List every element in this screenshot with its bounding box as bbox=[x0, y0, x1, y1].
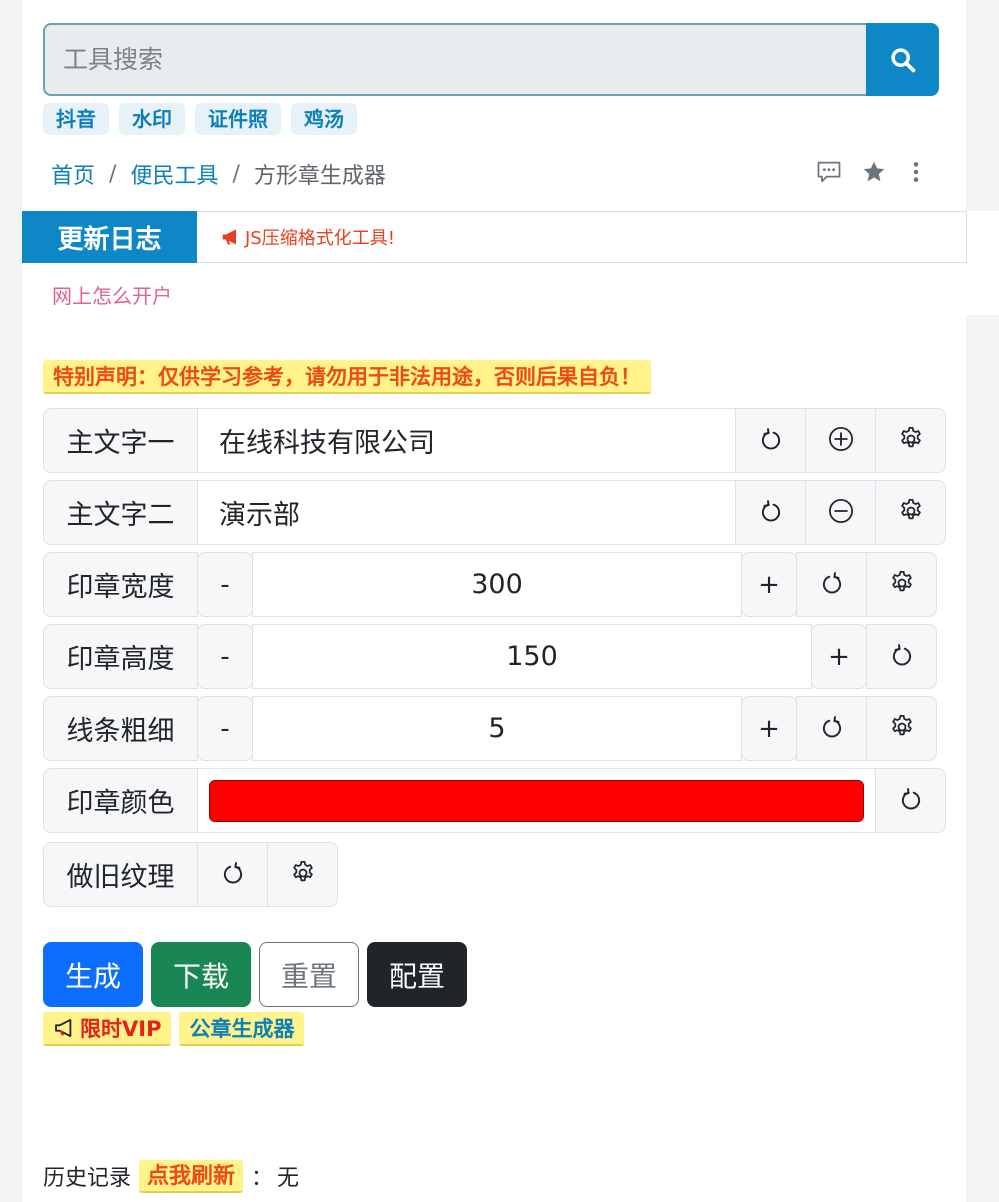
tag-id-photo[interactable]: 证件照 bbox=[195, 103, 281, 135]
minus-circle-icon bbox=[827, 497, 855, 529]
official-seal-link[interactable]: 公章生成器 bbox=[179, 1012, 305, 1046]
main-text-1-reset-button[interactable] bbox=[735, 408, 806, 473]
line-width-decrement-button[interactable]: - bbox=[197, 696, 253, 761]
update-log-item[interactable]: JS压缩格式化工具! bbox=[197, 212, 395, 262]
stamp-color-reset-button[interactable] bbox=[875, 768, 946, 833]
tag-watermark[interactable]: 水印 bbox=[119, 103, 185, 135]
main-text-2-remove-button[interactable] bbox=[805, 480, 876, 545]
main-text-2-settings-button[interactable] bbox=[875, 480, 946, 545]
page-actions bbox=[815, 158, 927, 186]
stamp-color-picker[interactable] bbox=[197, 768, 876, 833]
breadcrumb: 首页 / 便民工具 / 方形章生成器 bbox=[51, 158, 386, 190]
color-swatch[interactable] bbox=[209, 779, 864, 822]
texture-reset-button[interactable] bbox=[197, 842, 268, 907]
main-text-1-settings-button[interactable] bbox=[875, 408, 946, 473]
action-buttons: 生成 下载 重置 配置 bbox=[43, 942, 467, 1007]
history-value: 无 bbox=[277, 1166, 300, 1191]
breadcrumb-home[interactable]: 首页 bbox=[51, 158, 95, 190]
star-icon[interactable] bbox=[861, 159, 887, 185]
texture-label: 做旧纹理 bbox=[43, 842, 198, 907]
line-width-reset-button[interactable] bbox=[796, 696, 867, 761]
stamp-height-row: 印章高度 - 150 + bbox=[43, 624, 937, 689]
main-text-2-label: 主文字二 bbox=[43, 480, 198, 545]
stamp-height-input[interactable]: 150 bbox=[252, 624, 812, 689]
plus-circle-icon bbox=[827, 425, 855, 457]
stamp-width-decrement-button[interactable]: - bbox=[197, 552, 253, 617]
update-log-message: JS压缩格式化工具! bbox=[245, 228, 395, 249]
reset-button[interactable]: 重置 bbox=[259, 942, 359, 1007]
tag-quotes[interactable]: 鸡汤 bbox=[291, 103, 357, 135]
hot-tags: 抖音 水印 证件照 鸡汤 bbox=[43, 103, 357, 135]
stamp-height-decrement-button[interactable]: - bbox=[197, 624, 253, 689]
line-width-settings-button[interactable] bbox=[866, 696, 937, 761]
breadcrumb-separator: / bbox=[232, 161, 240, 187]
stamp-height-reset-button[interactable] bbox=[866, 624, 937, 689]
main-text-1-label: 主文字一 bbox=[43, 408, 198, 473]
texture-row: 做旧纹理 bbox=[43, 842, 338, 907]
stamp-color-row: 印章颜色 bbox=[43, 768, 946, 833]
gear-icon bbox=[888, 569, 916, 601]
gear-icon bbox=[897, 425, 925, 457]
undo-icon bbox=[758, 426, 784, 456]
line-width-input[interactable]: 5 bbox=[252, 696, 742, 761]
undo-icon bbox=[898, 786, 924, 816]
main-text-2-row: 主文字二 演示部 bbox=[43, 480, 946, 545]
megaphone-icon bbox=[221, 228, 241, 246]
gear-icon bbox=[289, 859, 317, 891]
update-log-title: 更新日志 bbox=[22, 211, 197, 263]
stamp-width-reset-button[interactable] bbox=[796, 552, 867, 617]
stamp-color-label: 印章颜色 bbox=[43, 768, 198, 833]
breadcrumb-section[interactable]: 便民工具 bbox=[130, 158, 218, 190]
texture-settings-button[interactable] bbox=[267, 842, 338, 907]
more-vertical-icon[interactable] bbox=[905, 159, 927, 185]
download-button[interactable]: 下载 bbox=[151, 942, 251, 1007]
gear-icon bbox=[897, 497, 925, 529]
search-button[interactable] bbox=[866, 23, 939, 96]
megaphone-icon bbox=[53, 1019, 77, 1037]
config-button[interactable]: 配置 bbox=[367, 942, 467, 1007]
line-width-increment-button[interactable]: + bbox=[741, 696, 797, 761]
stamp-width-increment-button[interactable]: + bbox=[741, 552, 797, 617]
history-label: 历史记录 bbox=[43, 1166, 132, 1191]
line-width-row: 线条粗细 - 5 + bbox=[43, 696, 937, 761]
search-bar bbox=[43, 23, 939, 96]
undo-icon bbox=[758, 498, 784, 528]
vip-promo-link[interactable]: 限时VIP bbox=[43, 1012, 172, 1046]
line-width-label: 线条粗细 bbox=[43, 696, 198, 761]
history-refresh-button[interactable]: 点我刷新 bbox=[139, 1159, 244, 1193]
search-icon bbox=[889, 46, 917, 74]
main-text-2-input[interactable]: 演示部 bbox=[197, 480, 736, 545]
breadcrumb-separator: / bbox=[109, 161, 117, 187]
main-text-1-input[interactable]: 在线科技有限公司 bbox=[197, 408, 736, 473]
stamp-width-input[interactable]: 300 bbox=[252, 552, 742, 617]
undo-icon bbox=[889, 642, 915, 672]
redo-icon bbox=[220, 860, 246, 890]
tag-douyin[interactable]: 抖音 bbox=[43, 103, 109, 135]
main-text-2-reset-button[interactable] bbox=[735, 480, 806, 545]
main-text-1-add-button[interactable] bbox=[805, 408, 876, 473]
comment-icon[interactable] bbox=[815, 159, 843, 185]
redo-icon bbox=[819, 570, 845, 600]
stamp-height-increment-button[interactable]: + bbox=[811, 624, 867, 689]
search-input[interactable] bbox=[43, 23, 866, 96]
history-bar: 历史记录 点我刷新 ： 无 bbox=[43, 1159, 299, 1193]
generate-button[interactable]: 生成 bbox=[43, 942, 143, 1007]
gear-icon bbox=[888, 713, 916, 745]
breadcrumb-current: 方形章生成器 bbox=[253, 164, 386, 189]
update-log: 更新日志 JS压缩格式化工具! bbox=[22, 211, 967, 263]
stamp-width-row: 印章宽度 - 300 + bbox=[43, 552, 937, 617]
main-text-1-row: 主文字一 在线科技有限公司 bbox=[43, 408, 946, 473]
redo-icon bbox=[819, 714, 845, 744]
stamp-height-label: 印章高度 bbox=[43, 624, 198, 689]
promo-links: 限时VIP 公章生成器 bbox=[43, 1012, 305, 1046]
history-colon: ： bbox=[251, 1166, 274, 1191]
vip-promo-label: 限时VIP bbox=[80, 1017, 162, 1041]
stamp-width-settings-button[interactable] bbox=[866, 552, 937, 617]
disclaimer-notice: 特别声明：仅供学习参考，请勿用于非法用途，否则后果自负！ bbox=[43, 360, 651, 394]
stamp-width-label: 印章宽度 bbox=[43, 552, 198, 617]
ad-link[interactable]: 网上怎么开户 bbox=[52, 280, 172, 309]
